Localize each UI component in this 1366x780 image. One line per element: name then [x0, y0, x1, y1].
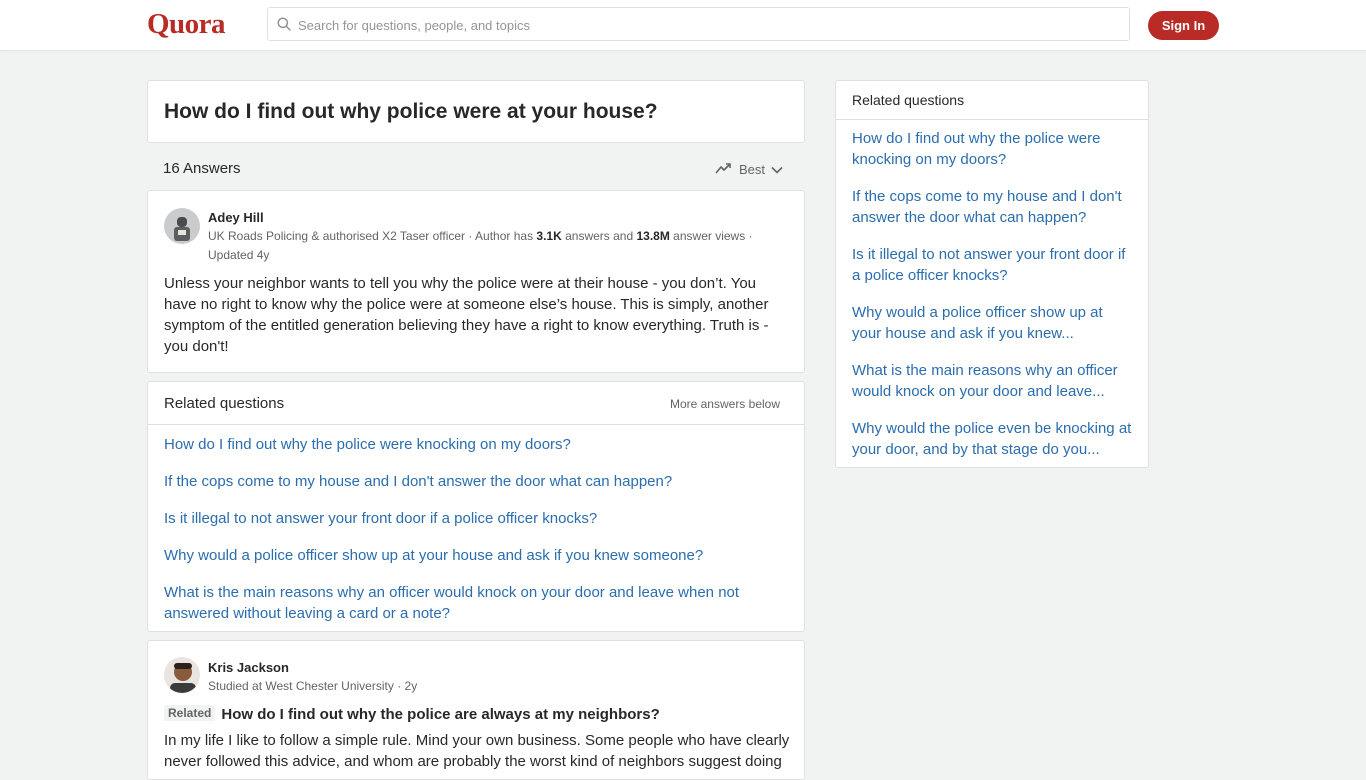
chevron-down-icon — [771, 162, 783, 177]
related-link[interactable]: How do I find out why the police were kn… — [164, 434, 784, 455]
avatar[interactable] — [164, 657, 200, 693]
sidebar-link[interactable]: What is the main reasons why an officer … — [852, 360, 1134, 402]
sign-in-button[interactable]: Sign In — [1148, 11, 1219, 40]
search-box[interactable] — [267, 7, 1130, 42]
related-header: Related questions More answers below — [148, 382, 804, 425]
question-card: How do I find out why police were at you… — [147, 80, 805, 143]
sidebar-link[interactable]: Why would a police officer show up at yo… — [852, 302, 1122, 344]
more-answers-below: More answers below — [669, 397, 780, 411]
sidebar-header: Related questions — [836, 81, 1148, 120]
answer-card: Kris Jackson Studied at West Chester Uni… — [147, 640, 805, 780]
trending-icon — [715, 161, 733, 178]
answer-text: In my life I like to follow a simple rul… — [164, 732, 790, 770]
question-title: How do I find out why police were at you… — [164, 100, 658, 123]
related-link[interactable]: What is the main reasons why an officer … — [164, 582, 764, 624]
author-name[interactable]: Kris Jackson — [208, 660, 289, 675]
related-questions-card: Related questions More answers below How… — [147, 381, 805, 632]
search-input[interactable] — [296, 8, 1120, 42]
author-credentials: UK Roads Policing & authorised X2 Taser … — [208, 229, 753, 262]
related-tag: Related — [164, 705, 216, 721]
author-credentials: Studied at West Chester University · 2y — [208, 679, 418, 693]
related-link[interactable]: Is it illegal to not answer your front d… — [164, 508, 784, 529]
sidebar-link[interactable]: How do I find out why the police were kn… — [852, 128, 1134, 170]
top-header: Quora Sign In — [0, 0, 1366, 51]
sidebar-title: Related questions — [852, 92, 965, 108]
related-question-title[interactable]: How do I find out why the police are alw… — [221, 706, 659, 723]
search-icon — [277, 17, 291, 36]
updated-time: Updated 4y — [208, 248, 270, 262]
answers-count: 16 Answers — [163, 160, 241, 177]
sort-label: Best — [738, 161, 765, 177]
answer-card: Adey Hill UK Roads Policing & authorised… — [147, 190, 805, 373]
related-link[interactable]: If the cops come to my house and I don't… — [164, 471, 784, 492]
answer-text: Unless your neighbor wants to tell you w… — [164, 275, 769, 355]
related-link[interactable]: Why would a police officer show up at yo… — [164, 545, 784, 566]
avatar[interactable] — [164, 208, 200, 244]
author-name[interactable]: Adey Hill — [208, 210, 264, 225]
answers-bar: 16 Answers Best — [163, 158, 783, 180]
sidebar-link[interactable]: If the cops come to my house and I don't… — [852, 186, 1134, 228]
quora-logo[interactable]: Quora — [147, 8, 226, 41]
sidebar-link[interactable]: Why would the police even be knocking at… — [852, 418, 1134, 460]
sort-dropdown[interactable]: Best — [715, 158, 783, 180]
related-question-heading[interactable]: Related How do I find out why the police … — [164, 705, 660, 723]
sidebar-link[interactable]: Is it illegal to not answer your front d… — [852, 244, 1137, 286]
related-title: Related questions — [164, 395, 285, 412]
sidebar-related-card: Related questions How do I find out why … — [835, 80, 1149, 468]
